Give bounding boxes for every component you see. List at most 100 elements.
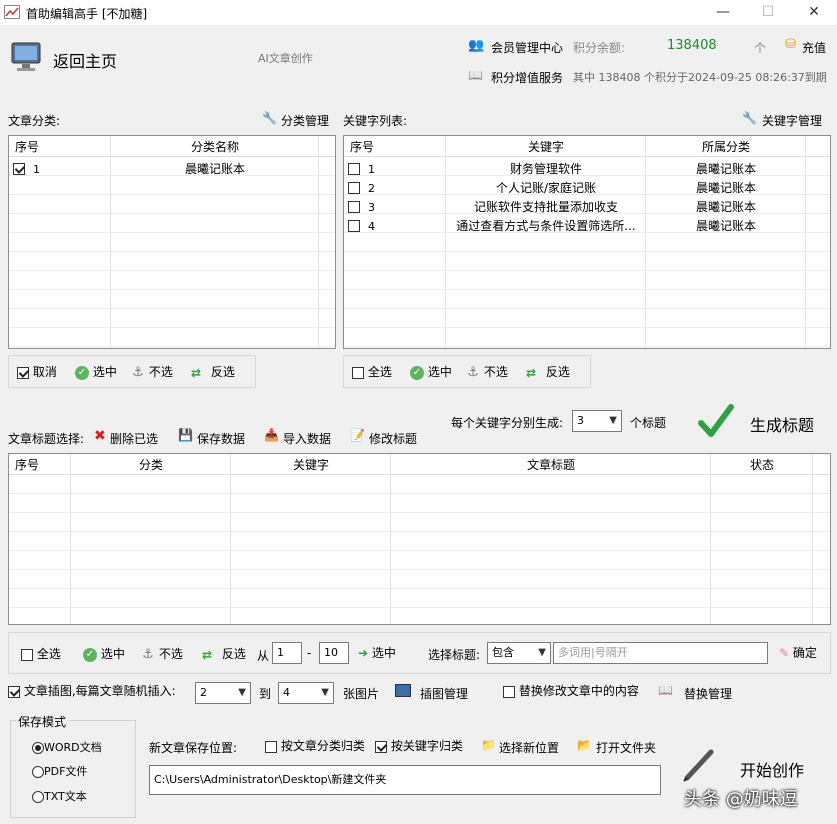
folder-icon: 📁 [481,738,496,752]
delete-selected-button[interactable]: 删除已选 [110,430,158,447]
by-keyword-checkbox[interactable]: 按关键字归类 [375,737,463,755]
home-link[interactable]: 返回主页 [53,48,117,72]
monitor-icon[interactable] [10,41,42,71]
invert-button[interactable]: ⇄ 反选 [202,645,246,663]
save-data-button[interactable]: 保存数据 [197,430,245,447]
points-service-link[interactable]: 积分增值服务 [491,69,563,86]
per-keyword-label: 每个关键字分别生成: [451,416,564,430]
image-min-select[interactable]: 2 ▼ [195,682,251,704]
range-dash: - [307,646,312,660]
checkbox-icon [21,648,33,661]
select-button[interactable]: ✓ 选中 [83,645,125,663]
col-header-keyword[interactable]: 关键字 [231,456,391,475]
col-header-title[interactable]: 文章标题 [391,456,711,475]
replace-content-checkbox[interactable]: 替换修改文章中的内容 [503,682,639,700]
row-keyword: 通过查看方式与条件设置筛选所... [456,219,636,233]
radio-icon [32,791,44,803]
start-create-button[interactable]: 开始创作 [740,757,804,781]
to-input[interactable]: 10 [319,642,349,664]
checkbox-icon [8,685,20,698]
select-all-button[interactable]: 全选 [352,363,392,381]
radio-pdf[interactable]: PDF文件 [32,763,87,781]
col-header-status[interactable]: 状态 [711,456,813,475]
image-manage-button[interactable]: 插图管理 [420,685,468,702]
checkbox-icon [265,740,277,753]
big-check-icon[interactable] [698,403,734,439]
import-data-button[interactable]: 导入数据 [283,430,331,447]
image-max-select[interactable]: 4 ▼ [278,682,334,704]
title-count-select[interactable]: 3 ▼ [572,410,622,432]
pen-icon[interactable] [681,748,717,782]
app-icon [4,5,20,19]
points-balance-label: 积分余额: [573,41,626,55]
row-checkbox[interactable] [13,162,25,175]
coins-icon: ⛁ [785,37,796,52]
save-location-label: 新文章保存位置: [149,741,238,755]
category-manage-button[interactable]: 分类管理 [281,112,329,129]
close-button[interactable]: ✕ [799,2,829,22]
member-center-link[interactable]: 会员管理中心 [491,39,563,56]
save-path-input[interactable]: C:\Users\Administrator\Desktop\新建文件夹 [149,765,661,795]
picture-icon [395,684,411,697]
maximize-button[interactable]: ☐ [753,2,783,22]
radio-txt[interactable]: TXT文本 [32,788,87,806]
watermark-text: 头条 @奶味逗 [684,789,798,810]
generate-titles-button[interactable]: 生成标题 [750,412,814,436]
insert-images-checkbox[interactable]: 文章插图,每篇文章随机插入: [8,682,176,700]
row-checkbox[interactable] [348,200,360,213]
window-title: 首助编辑高手 [不加糖] [26,7,148,21]
from-input[interactable]: 1 [272,642,302,664]
row-keyword: 个人记账/家庭记账 [495,181,597,195]
edit-title-button[interactable]: 修改标题 [369,430,417,447]
col-header-keyword[interactable]: 关键字 [446,138,646,157]
expiry-text: 其中 138408 个积分于2024-09-25 08:26:37到期 [573,71,827,84]
keyword-button-group: 全选 ✓ 选中 ⚓ 不选 ⇄ 反选 [343,355,591,388]
filter-mode-select[interactable]: 包含 ▼ [487,642,551,664]
category-grid[interactable]: 序号 分类名称 1 晨曦记账本 [8,135,336,349]
points-unit: 个 [754,41,767,55]
col-header-no[interactable]: 序号 [350,138,374,157]
row-no: 3 [368,201,375,214]
col-header-category[interactable]: 分类 [71,456,231,475]
choose-location-button[interactable]: 选择新位置 [499,739,559,756]
anchor-icon: ⚓ [132,364,144,380]
unselect-button[interactable]: ⚓ 不选 [141,645,183,663]
replace-manage-button[interactable]: 替换管理 [684,685,732,702]
row-no: 4 [368,220,375,233]
keyword-grid[interactable]: 序号 关键字 所属分类 1 财务管理软件 晨曦记账本 2 个人记账/家庭记账 晨… [343,135,831,349]
invert-button[interactable]: ⇄ 反选 [526,363,570,381]
unselect-button[interactable]: ⚓ 不选 [466,363,508,381]
minimize-button[interactable]: — [708,2,738,22]
delete-icon: ✖ [94,428,106,444]
checkbox-icon [503,685,515,698]
select-all-button[interactable]: 全选 [21,645,61,663]
by-category-checkbox[interactable]: 按文章分类归类 [265,737,365,755]
select-button[interactable]: ✓ 选中 [410,363,452,381]
to-label: 到 [259,687,272,701]
row-checkbox[interactable] [348,219,360,232]
book-icon: 📖 [658,683,673,697]
recharge-link[interactable]: 充值 [802,39,826,56]
col-header-no[interactable]: 序号 [15,456,39,475]
radio-word[interactable]: WORD文档 [32,739,102,757]
unselect-button[interactable]: ⚓ 不选 [131,363,173,381]
filter-keywords-input[interactable]: 多词用|号隔开 [553,642,768,664]
eraser-icon: ✎ [779,646,790,660]
cancel-button[interactable]: 取消 [17,363,57,381]
edit-icon: 📝 [350,428,365,442]
select-button[interactable]: ✓ 选中 [75,363,117,381]
row-category: 晨曦记账本 [695,181,756,195]
invert-button[interactable]: ⇄ 反选 [191,363,235,381]
row-checkbox[interactable] [348,181,360,194]
open-folder-button[interactable]: 打开文件夹 [596,739,656,756]
range-select-button[interactable]: ➜ 选中 [358,644,396,662]
col-header-category-name[interactable]: 分类名称 [111,138,319,157]
confirm-button[interactable]: ✎ 确定 [779,644,817,662]
row-checkbox[interactable] [348,162,360,175]
col-header-category[interactable]: 所属分类 [646,138,806,157]
col-header-no[interactable]: 序号 [15,138,39,157]
keyword-manage-button[interactable]: 关键字管理 [762,112,822,129]
radio-icon [32,742,44,754]
row-category: 晨曦记账本 [695,200,756,214]
titles-grid[interactable]: 序号 分类 关键字 文章标题 状态 [8,453,831,625]
